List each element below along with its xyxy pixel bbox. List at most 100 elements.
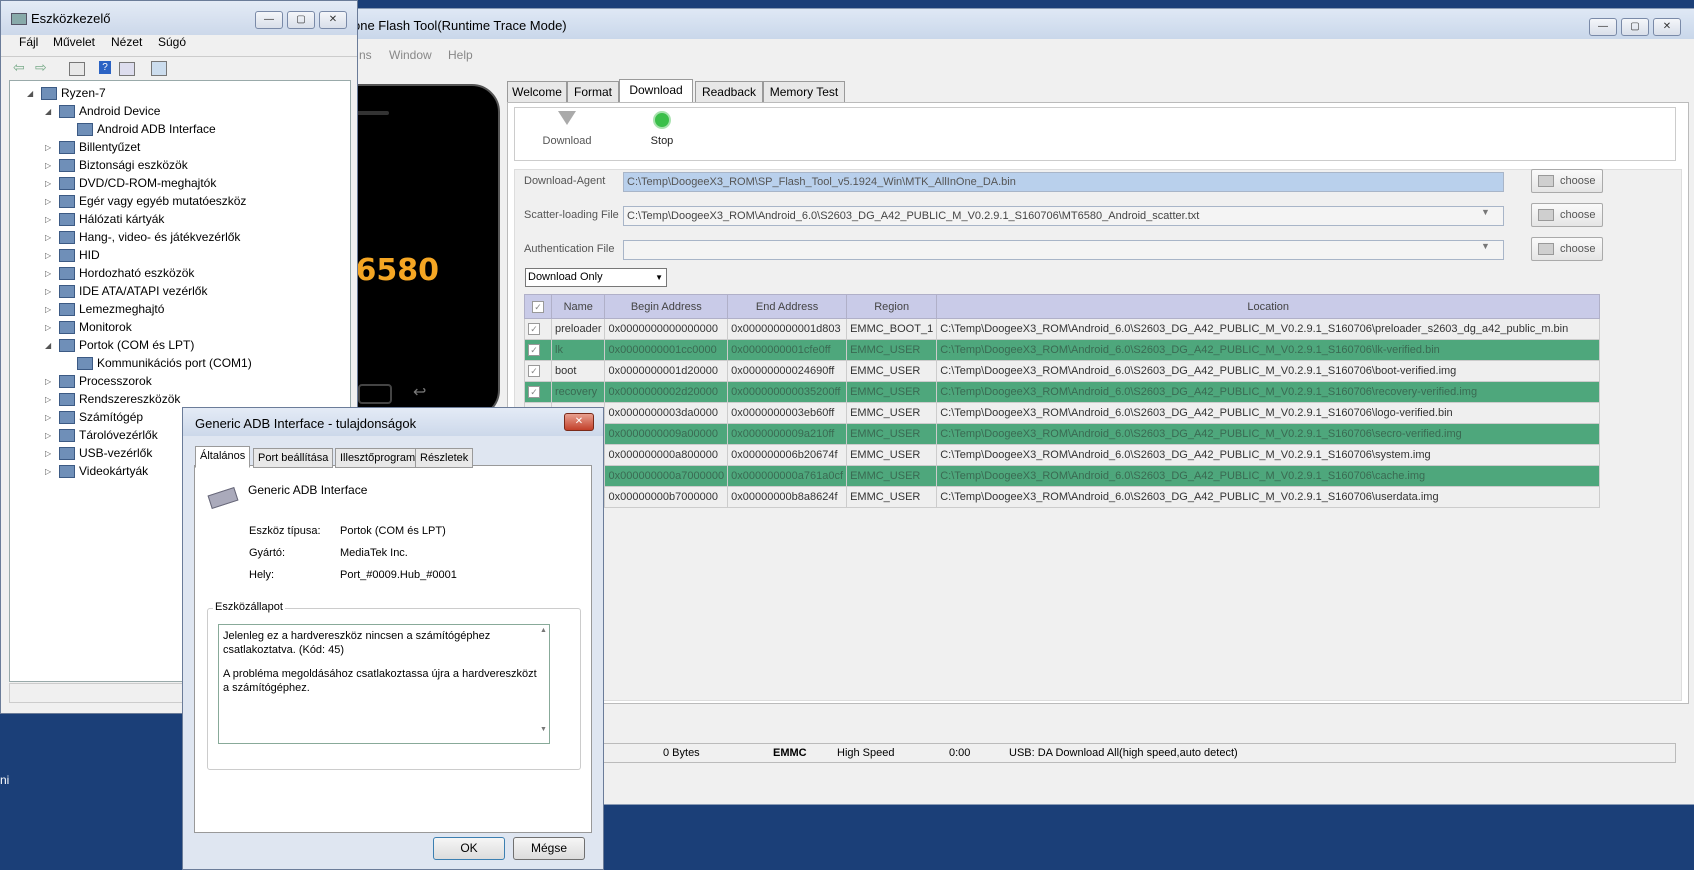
scatter-file-field[interactable]: C:\Temp\DoogeeX3_ROM\Android_6.0\S2603_D… bbox=[623, 206, 1504, 226]
tree-item[interactable]: Monitorok bbox=[59, 320, 132, 335]
table-row[interactable]: ✓ lk 0x0000000001cc0000 0x0000000001cfe0ff E… bbox=[524, 339, 1601, 361]
tree-item[interactable]: Egér vagy egyéb mutatóeszköz bbox=[59, 194, 246, 209]
scan-hardware-icon[interactable] bbox=[151, 61, 167, 76]
expand-arrow-icon[interactable]: ▷ bbox=[45, 251, 51, 260]
maximize-button[interactable]: ▢ bbox=[1621, 18, 1649, 36]
menu-action[interactable]: Művelet bbox=[53, 35, 95, 49]
select-all-checkbox[interactable]: ✓ bbox=[524, 294, 552, 319]
menu-options[interactable]: ns bbox=[359, 48, 372, 62]
choose-scatter-button[interactable]: choose bbox=[1531, 203, 1603, 227]
tree-item[interactable]: Lemezmeghajtó bbox=[59, 302, 164, 317]
expand-arrow-icon[interactable]: ▷ bbox=[45, 197, 51, 206]
auth-dropdown-icon[interactable]: ▼ bbox=[1481, 241, 1490, 251]
expand-arrow-icon[interactable]: ▷ bbox=[45, 287, 51, 296]
cancel-button[interactable]: Mégse bbox=[513, 837, 585, 860]
tree-item[interactable]: Biztonsági eszközök bbox=[59, 158, 188, 173]
column-location[interactable]: Location bbox=[936, 294, 1601, 319]
table-row[interactable]: ✓ preloader 0x0000000000000000 0x0000000000… bbox=[524, 318, 1601, 340]
expand-arrow-icon[interactable]: ◢ bbox=[27, 89, 33, 98]
expand-arrow-icon[interactable]: ▷ bbox=[45, 233, 51, 242]
tab-welcome[interactable]: Welcome bbox=[507, 81, 567, 103]
tree-item[interactable]: Rendszereszközök bbox=[59, 392, 180, 407]
tree-item[interactable]: Portok (COM és LPT) bbox=[59, 338, 194, 353]
expand-arrow-icon[interactable]: ▷ bbox=[45, 323, 51, 332]
minimize-button[interactable]: — bbox=[255, 11, 283, 29]
tree-item[interactable]: HID bbox=[59, 248, 100, 263]
forward-arrow-icon[interactable]: ⇨ bbox=[35, 59, 47, 76]
tree-item[interactable]: Ryzen-7 bbox=[41, 86, 106, 101]
tree-item[interactable]: Tárolóvezérlők bbox=[59, 428, 158, 443]
scatter-dropdown-icon[interactable]: ▼ bbox=[1481, 207, 1490, 217]
choose-download-agent-button[interactable]: choose bbox=[1531, 169, 1603, 193]
tree-item[interactable]: Android ADB Interface bbox=[77, 122, 216, 137]
tree-item[interactable]: DVD/CD-ROM-meghajtók bbox=[59, 176, 216, 191]
menu-window[interactable]: Window bbox=[389, 48, 432, 62]
expand-arrow-icon[interactable]: ▷ bbox=[45, 431, 51, 440]
expand-arrow-icon[interactable]: ◢ bbox=[45, 107, 51, 116]
menu-file[interactable]: Fájl bbox=[19, 35, 38, 49]
table-row[interactable]: 0x000000000a7000000 0x000000000a761a0cf EM… bbox=[524, 465, 1601, 487]
tree-item[interactable]: IDE ATA/ATAPI vezérlők bbox=[59, 284, 207, 299]
column-region[interactable]: Region bbox=[846, 294, 938, 319]
column-name[interactable]: Name bbox=[550, 294, 606, 319]
download-tool-button[interactable]: Download bbox=[532, 111, 602, 147]
expand-arrow-icon[interactable]: ▷ bbox=[45, 215, 51, 224]
close-button[interactable]: ✕ bbox=[319, 11, 347, 29]
tree-item[interactable]: USB-vezérlők bbox=[59, 446, 152, 461]
expand-arrow-icon[interactable]: ▷ bbox=[45, 161, 51, 170]
row-checkbox[interactable]: ✓ bbox=[528, 323, 540, 335]
download-agent-field[interactable]: C:\Temp\DoogeeX3_ROM\SP_Flash_Tool_v5.19… bbox=[623, 172, 1504, 192]
properties-icon[interactable] bbox=[119, 62, 135, 76]
expand-arrow-icon[interactable]: ▷ bbox=[45, 143, 51, 152]
tree-item[interactable]: Számítógép bbox=[59, 410, 143, 425]
tab-memory-test[interactable]: Memory Test bbox=[763, 81, 845, 103]
table-row[interactable]: 0x0000000009a00000 0x0000000009a210ff EMMC… bbox=[524, 423, 1601, 445]
table-row[interactable]: 0x00000000b7000000 0x00000000b8a8624f EMMC… bbox=[524, 486, 1601, 508]
tree-item[interactable]: Android Device bbox=[59, 104, 160, 119]
status-scrollbar[interactable]: ▲ ▼ bbox=[540, 625, 550, 735]
help-icon[interactable]: ? bbox=[99, 61, 111, 74]
menu-view[interactable]: Nézet bbox=[111, 35, 142, 49]
table-row[interactable]: 0x000000000a800000 0x000000006b20674f EMMC… bbox=[524, 444, 1601, 466]
maximize-button[interactable]: ▢ bbox=[287, 11, 315, 29]
mode-select[interactable]: Download Only ▼ bbox=[525, 268, 667, 287]
expand-arrow-icon[interactable]: ▷ bbox=[45, 449, 51, 458]
close-button[interactable]: ✕ bbox=[564, 413, 594, 431]
column-begin-address[interactable]: Begin Address bbox=[604, 294, 729, 319]
expand-arrow-icon[interactable]: ▷ bbox=[45, 305, 51, 314]
expand-arrow-icon[interactable]: ◢ bbox=[45, 341, 51, 350]
column-end-address[interactable]: End Address bbox=[727, 294, 848, 319]
tree-item[interactable]: Hálózati kártyák bbox=[59, 212, 164, 227]
tab-driver[interactable]: Illesztőprogram bbox=[335, 448, 421, 468]
tab-general[interactable]: Általános bbox=[195, 446, 251, 468]
expand-arrow-icon[interactable]: ▷ bbox=[45, 377, 51, 386]
back-arrow-icon[interactable]: ⇦ bbox=[13, 59, 25, 76]
auth-file-field[interactable] bbox=[623, 240, 1504, 260]
expand-arrow-icon[interactable]: ▷ bbox=[45, 395, 51, 404]
row-checkbox[interactable]: ✓ bbox=[528, 344, 540, 356]
tab-details[interactable]: Részletek bbox=[415, 448, 474, 468]
close-button[interactable]: ✕ bbox=[1653, 18, 1681, 36]
tree-item[interactable]: Billentyűzet bbox=[59, 140, 140, 155]
table-row[interactable]: ✓ boot 0x0000000001d20000 0x00000000024690f… bbox=[524, 360, 1601, 382]
stop-tool-button[interactable]: Stop bbox=[632, 111, 692, 147]
expand-arrow-icon[interactable]: ▷ bbox=[45, 413, 51, 422]
menu-help[interactable]: Súgó bbox=[158, 35, 186, 49]
tab-download[interactable]: Download bbox=[619, 79, 693, 103]
tree-view-icon[interactable] bbox=[69, 62, 85, 76]
tree-item[interactable]: Hordozható eszközök bbox=[59, 266, 194, 281]
menu-help[interactable]: Help bbox=[448, 48, 473, 62]
choose-auth-button[interactable]: choose bbox=[1531, 237, 1603, 261]
ok-button[interactable]: OK bbox=[433, 837, 505, 860]
table-row[interactable]: 0x0000000003da0000 0x0000000003eb60ff EMMC… bbox=[524, 402, 1601, 424]
tree-item[interactable]: Hang-, video- és játékvezérlők bbox=[59, 230, 240, 245]
tab-format[interactable]: Format bbox=[567, 81, 619, 103]
tree-item[interactable]: Processzorok bbox=[59, 374, 152, 389]
minimize-button[interactable]: — bbox=[1589, 18, 1617, 36]
tab-port-settings[interactable]: Port beállítása bbox=[253, 448, 334, 468]
row-checkbox[interactable]: ✓ bbox=[528, 386, 540, 398]
tab-readback[interactable]: Readback bbox=[695, 81, 763, 103]
expand-arrow-icon[interactable]: ▷ bbox=[45, 467, 51, 476]
table-row[interactable]: ✓ recovery 0x0000000002d20000 0x00000000003… bbox=[524, 381, 1601, 403]
expand-arrow-icon[interactable]: ▷ bbox=[45, 179, 51, 188]
